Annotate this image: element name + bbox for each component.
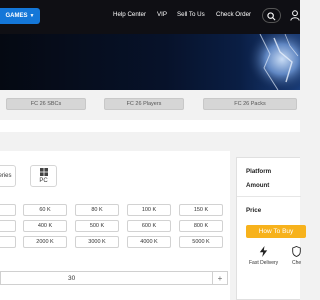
search-icon <box>267 12 276 21</box>
user-icon[interactable] <box>290 10 300 21</box>
search-button[interactable] <box>262 8 281 23</box>
feature-label: Fast Delivery <box>249 260 279 266</box>
amount-option[interactable]: 500 K <box>75 220 119 232</box>
amount-option[interactable]: 60 K <box>23 204 67 216</box>
custom-amount-input[interactable]: 30 + <box>0 271 228 285</box>
nav-sell-to-us[interactable]: Sell To Us <box>177 11 205 18</box>
amount-option[interactable]: 600 K <box>127 220 171 232</box>
top-navigation-bar: GAMES ▼ Help Center VIP Sell To Us Check… <box>0 0 300 34</box>
how-to-buy-button[interactable]: How To Buy <box>246 225 306 238</box>
amount-option[interactable]: 5000 K <box>179 236 223 248</box>
hero-banner <box>0 34 300 90</box>
feature-check: Che <box>292 246 301 266</box>
price-label: Price <box>246 207 262 214</box>
feature-fast-delivery: Fast Delivery <box>249 246 278 266</box>
games-menu-button[interactable]: GAMES ▼ <box>0 8 40 24</box>
how-to-buy-label: How To Buy <box>258 228 294 235</box>
tab-fc26-sbcs[interactable]: FC 26 SBCs <box>6 98 86 110</box>
amount-option[interactable] <box>0 236 16 248</box>
amount-label: Amount <box>246 182 270 189</box>
amount-option[interactable]: 3000 K <box>75 236 119 248</box>
section-divider <box>0 120 300 132</box>
amount-option[interactable] <box>0 220 16 232</box>
platform-option-pc[interactable]: PC <box>30 165 57 187</box>
custom-amount-value: 30 <box>68 275 76 282</box>
nav-check-order[interactable]: Check Order <box>216 11 251 18</box>
amount-option[interactable]: 4000 K <box>127 236 171 248</box>
feature-label: Che <box>292 260 302 266</box>
nav-vip[interactable]: VIP <box>157 11 167 18</box>
nav-help-center[interactable]: Help Center <box>113 11 146 18</box>
amount-option[interactable]: 800 K <box>179 220 223 232</box>
amount-option[interactable]: 2000 K <box>23 236 67 248</box>
amount-option[interactable]: 100 K <box>127 204 171 216</box>
platform-option-label: eries <box>0 173 12 179</box>
windows-icon <box>39 168 48 176</box>
platform-option-label: PC <box>39 178 48 184</box>
lightning-icon <box>259 246 268 257</box>
plus-icon: + <box>217 273 223 283</box>
platform-label: Platform <box>246 168 272 175</box>
increment-button[interactable]: + <box>212 272 227 284</box>
banner-artwork <box>240 34 300 90</box>
summary-divider <box>237 196 301 197</box>
amount-option[interactable]: 80 K <box>75 204 119 216</box>
order-summary-panel: Platform Amount Price How To Buy Fast De… <box>236 157 306 300</box>
games-menu-label: GAMES <box>5 13 28 19</box>
amount-option[interactable]: 400 K <box>23 220 67 232</box>
chevron-down-icon: ▼ <box>29 13 35 19</box>
amount-option[interactable] <box>0 204 16 216</box>
amount-option[interactable]: 150 K <box>179 204 223 216</box>
platform-option-series[interactable]: eries <box>0 165 16 187</box>
tab-fc26-players[interactable]: FC 26 Players <box>104 98 184 110</box>
shield-icon <box>292 246 301 257</box>
category-tabs: FC 26 SBCs FC 26 Players FC 26 Packs <box>0 98 300 110</box>
tab-fc26-packs[interactable]: FC 26 Packs <box>203 98 297 110</box>
